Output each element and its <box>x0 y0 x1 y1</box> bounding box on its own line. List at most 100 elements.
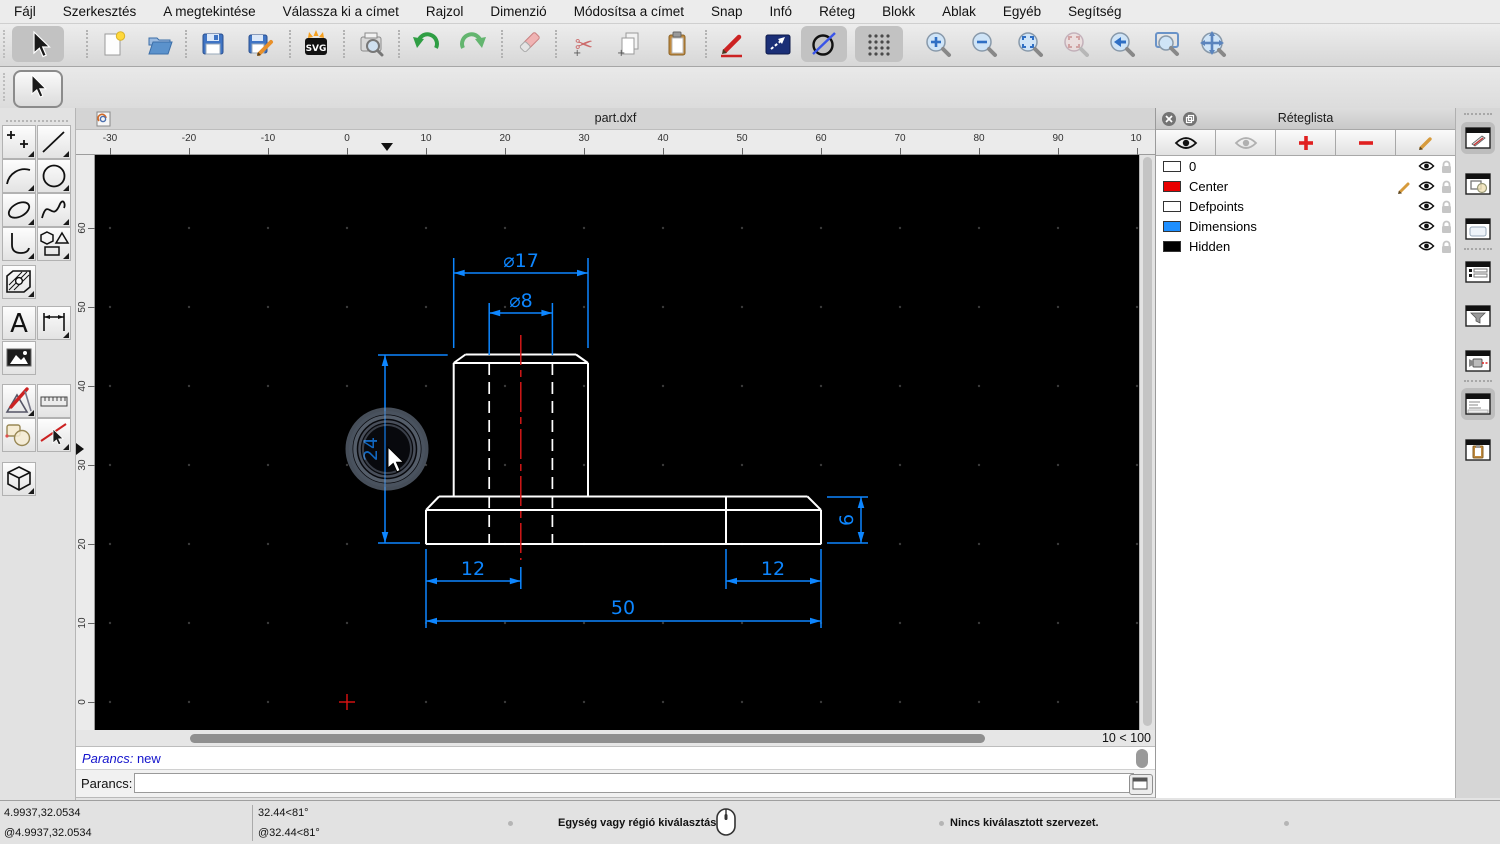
layer-row-dimensions[interactable]: Dimensions <box>1156 217 1455 237</box>
open-file-button[interactable] <box>145 29 175 59</box>
view-panel-toggle[interactable] <box>1461 345 1495 377</box>
hide-all-layers-button[interactable] <box>1216 130 1276 156</box>
remove-layer-button[interactable] <box>1336 130 1396 156</box>
toolbar-drag-handle[interactable] <box>3 30 5 58</box>
tab-title[interactable]: part.dxf <box>76 111 1155 125</box>
redo-button[interactable] <box>458 29 488 59</box>
block-list-panel-toggle[interactable] <box>1461 168 1495 200</box>
layer-visible-icon[interactable] <box>1418 240 1435 252</box>
dimension-lines[interactable] <box>378 258 868 628</box>
canvas-horizontal-scrollbar[interactable]: 10 < 100 <box>76 730 1155 747</box>
grid-toggle-button[interactable] <box>864 29 894 59</box>
layer-visible-icon[interactable] <box>1418 160 1435 172</box>
library-browser-panel-toggle[interactable] <box>1461 213 1495 245</box>
layer-panel-title: Réteglista <box>1156 111 1455 125</box>
print-preview-button[interactable] <box>356 29 386 59</box>
layer-lock-icon[interactable] <box>1440 160 1453 174</box>
menu-edit[interactable]: Szerkesztés <box>63 4 137 19</box>
command-line-panel-toggle[interactable] <box>1461 388 1495 420</box>
menu-info[interactable]: Infó <box>770 4 793 19</box>
cut-button[interactable]: ✂+ <box>568 29 598 59</box>
drafting-mode-button[interactable] <box>763 29 793 59</box>
menu-modify[interactable]: Módosítsa a címet <box>574 4 684 19</box>
layer-visible-icon[interactable] <box>1418 220 1435 232</box>
selection-filter-panel-toggle[interactable] <box>1461 300 1495 332</box>
tool-ellipse[interactable] <box>2 193 36 227</box>
show-all-layers-button[interactable] <box>1156 130 1216 156</box>
canvas-vertical-scrollbar[interactable] <box>1139 155 1155 730</box>
save-button[interactable] <box>198 29 228 59</box>
hscroll-thumb[interactable] <box>190 734 985 743</box>
drawing-canvas[interactable]: ⌀17 ⌀8 24 6 12 12 50 <box>95 155 1139 730</box>
zoom-in-button[interactable] <box>923 29 953 59</box>
active-tool-button[interactable] <box>13 70 63 108</box>
paste-button[interactable] <box>662 29 692 59</box>
tool-arc[interactable] <box>2 159 36 193</box>
tool-circle[interactable] <box>37 159 71 193</box>
menu-view[interactable]: A megtekintése <box>163 4 255 19</box>
tool-line[interactable] <box>37 125 71 159</box>
layer-lock-icon[interactable] <box>1440 240 1453 254</box>
tool-snap-select[interactable] <box>37 418 71 452</box>
layer-lock-icon[interactable] <box>1440 220 1453 234</box>
command-options-button[interactable] <box>1129 774 1153 795</box>
tool-spline[interactable] <box>37 193 71 227</box>
draw-pen-button[interactable] <box>717 29 747 59</box>
menu-misc[interactable]: Egyéb <box>1003 4 1041 19</box>
command-input[interactable] <box>134 773 1134 793</box>
mouse-icon <box>714 807 738 837</box>
clipboard-panel-toggle[interactable] <box>1461 434 1495 466</box>
edit-layer-button[interactable] <box>1396 130 1455 156</box>
save-as-button[interactable] <box>245 29 275 59</box>
copy-button[interactable]: + <box>615 29 645 59</box>
part-outline[interactable] <box>426 355 821 545</box>
restrict-circle-button[interactable] <box>809 29 839 59</box>
undo-button[interactable] <box>411 29 441 59</box>
tool-text[interactable]: A <box>2 306 36 340</box>
zoom-window-button[interactable] <box>1152 29 1182 59</box>
tool-modify[interactable] <box>2 384 36 418</box>
layer-visible-icon[interactable] <box>1418 180 1435 192</box>
tool-polyline[interactable] <box>2 227 36 261</box>
layer-row-defpoints[interactable]: Defpoints <box>1156 197 1455 217</box>
delete-eraser-button[interactable] <box>513 29 543 59</box>
zoom-previous-button[interactable] <box>1107 29 1137 59</box>
menu-block[interactable]: Blokk <box>882 4 915 19</box>
menu-window[interactable]: Ablak <box>942 4 976 19</box>
layer-lock-icon[interactable] <box>1440 200 1453 214</box>
pan-button[interactable] <box>1198 29 1228 59</box>
zoom-selection-button[interactable] <box>1061 29 1091 59</box>
svg-export-button[interactable]: SVG <box>301 29 331 59</box>
tool-points[interactable] <box>2 125 36 159</box>
zoom-auto-button[interactable] <box>1015 29 1045 59</box>
menu-help[interactable]: Segítség <box>1068 4 1121 19</box>
layer-row-center[interactable]: Center <box>1156 177 1455 197</box>
layer-visible-icon[interactable] <box>1418 200 1435 212</box>
layer-row-hidden[interactable]: Hidden <box>1156 237 1455 257</box>
menu-snap[interactable]: Snap <box>711 4 743 19</box>
tool-shapes[interactable] <box>37 227 71 261</box>
property-list-panel-toggle[interactable] <box>1461 256 1495 288</box>
new-document-button[interactable] <box>99 29 129 59</box>
tool-solid-3d[interactable] <box>2 462 36 496</box>
add-layer-button[interactable] <box>1276 130 1336 156</box>
layer-lock-icon[interactable] <box>1440 180 1453 194</box>
menu-file[interactable]: Fájl <box>14 4 36 19</box>
menu-draw[interactable]: Rajzol <box>426 4 464 19</box>
tool-dimension[interactable] <box>37 306 71 340</box>
tool-measure[interactable] <box>37 384 71 418</box>
command-history[interactable]: Parancs: new <box>76 747 1155 770</box>
command-history-scrollbar[interactable] <box>1136 749 1148 768</box>
relative-coordinate: @4.9937,32.0534 <box>4 827 92 839</box>
menu-select[interactable]: Válassza ki a címet <box>283 4 399 19</box>
menu-layer[interactable]: Réteg <box>819 4 855 19</box>
tool-modify-trim[interactable] <box>2 418 36 452</box>
select-cursor-icon[interactable] <box>24 29 54 59</box>
layer-list-panel-toggle[interactable] <box>1461 122 1495 154</box>
tool-image[interactable] <box>2 341 36 375</box>
zoom-out-button[interactable] <box>969 29 999 59</box>
menu-dimension[interactable]: Dimenzió <box>490 4 546 19</box>
dimension-texts[interactable]: ⌀17 ⌀8 24 6 12 12 50 <box>360 250 858 619</box>
tool-hatch[interactable] <box>2 265 36 299</box>
layer-row-0[interactable]: 0 <box>1156 157 1455 177</box>
